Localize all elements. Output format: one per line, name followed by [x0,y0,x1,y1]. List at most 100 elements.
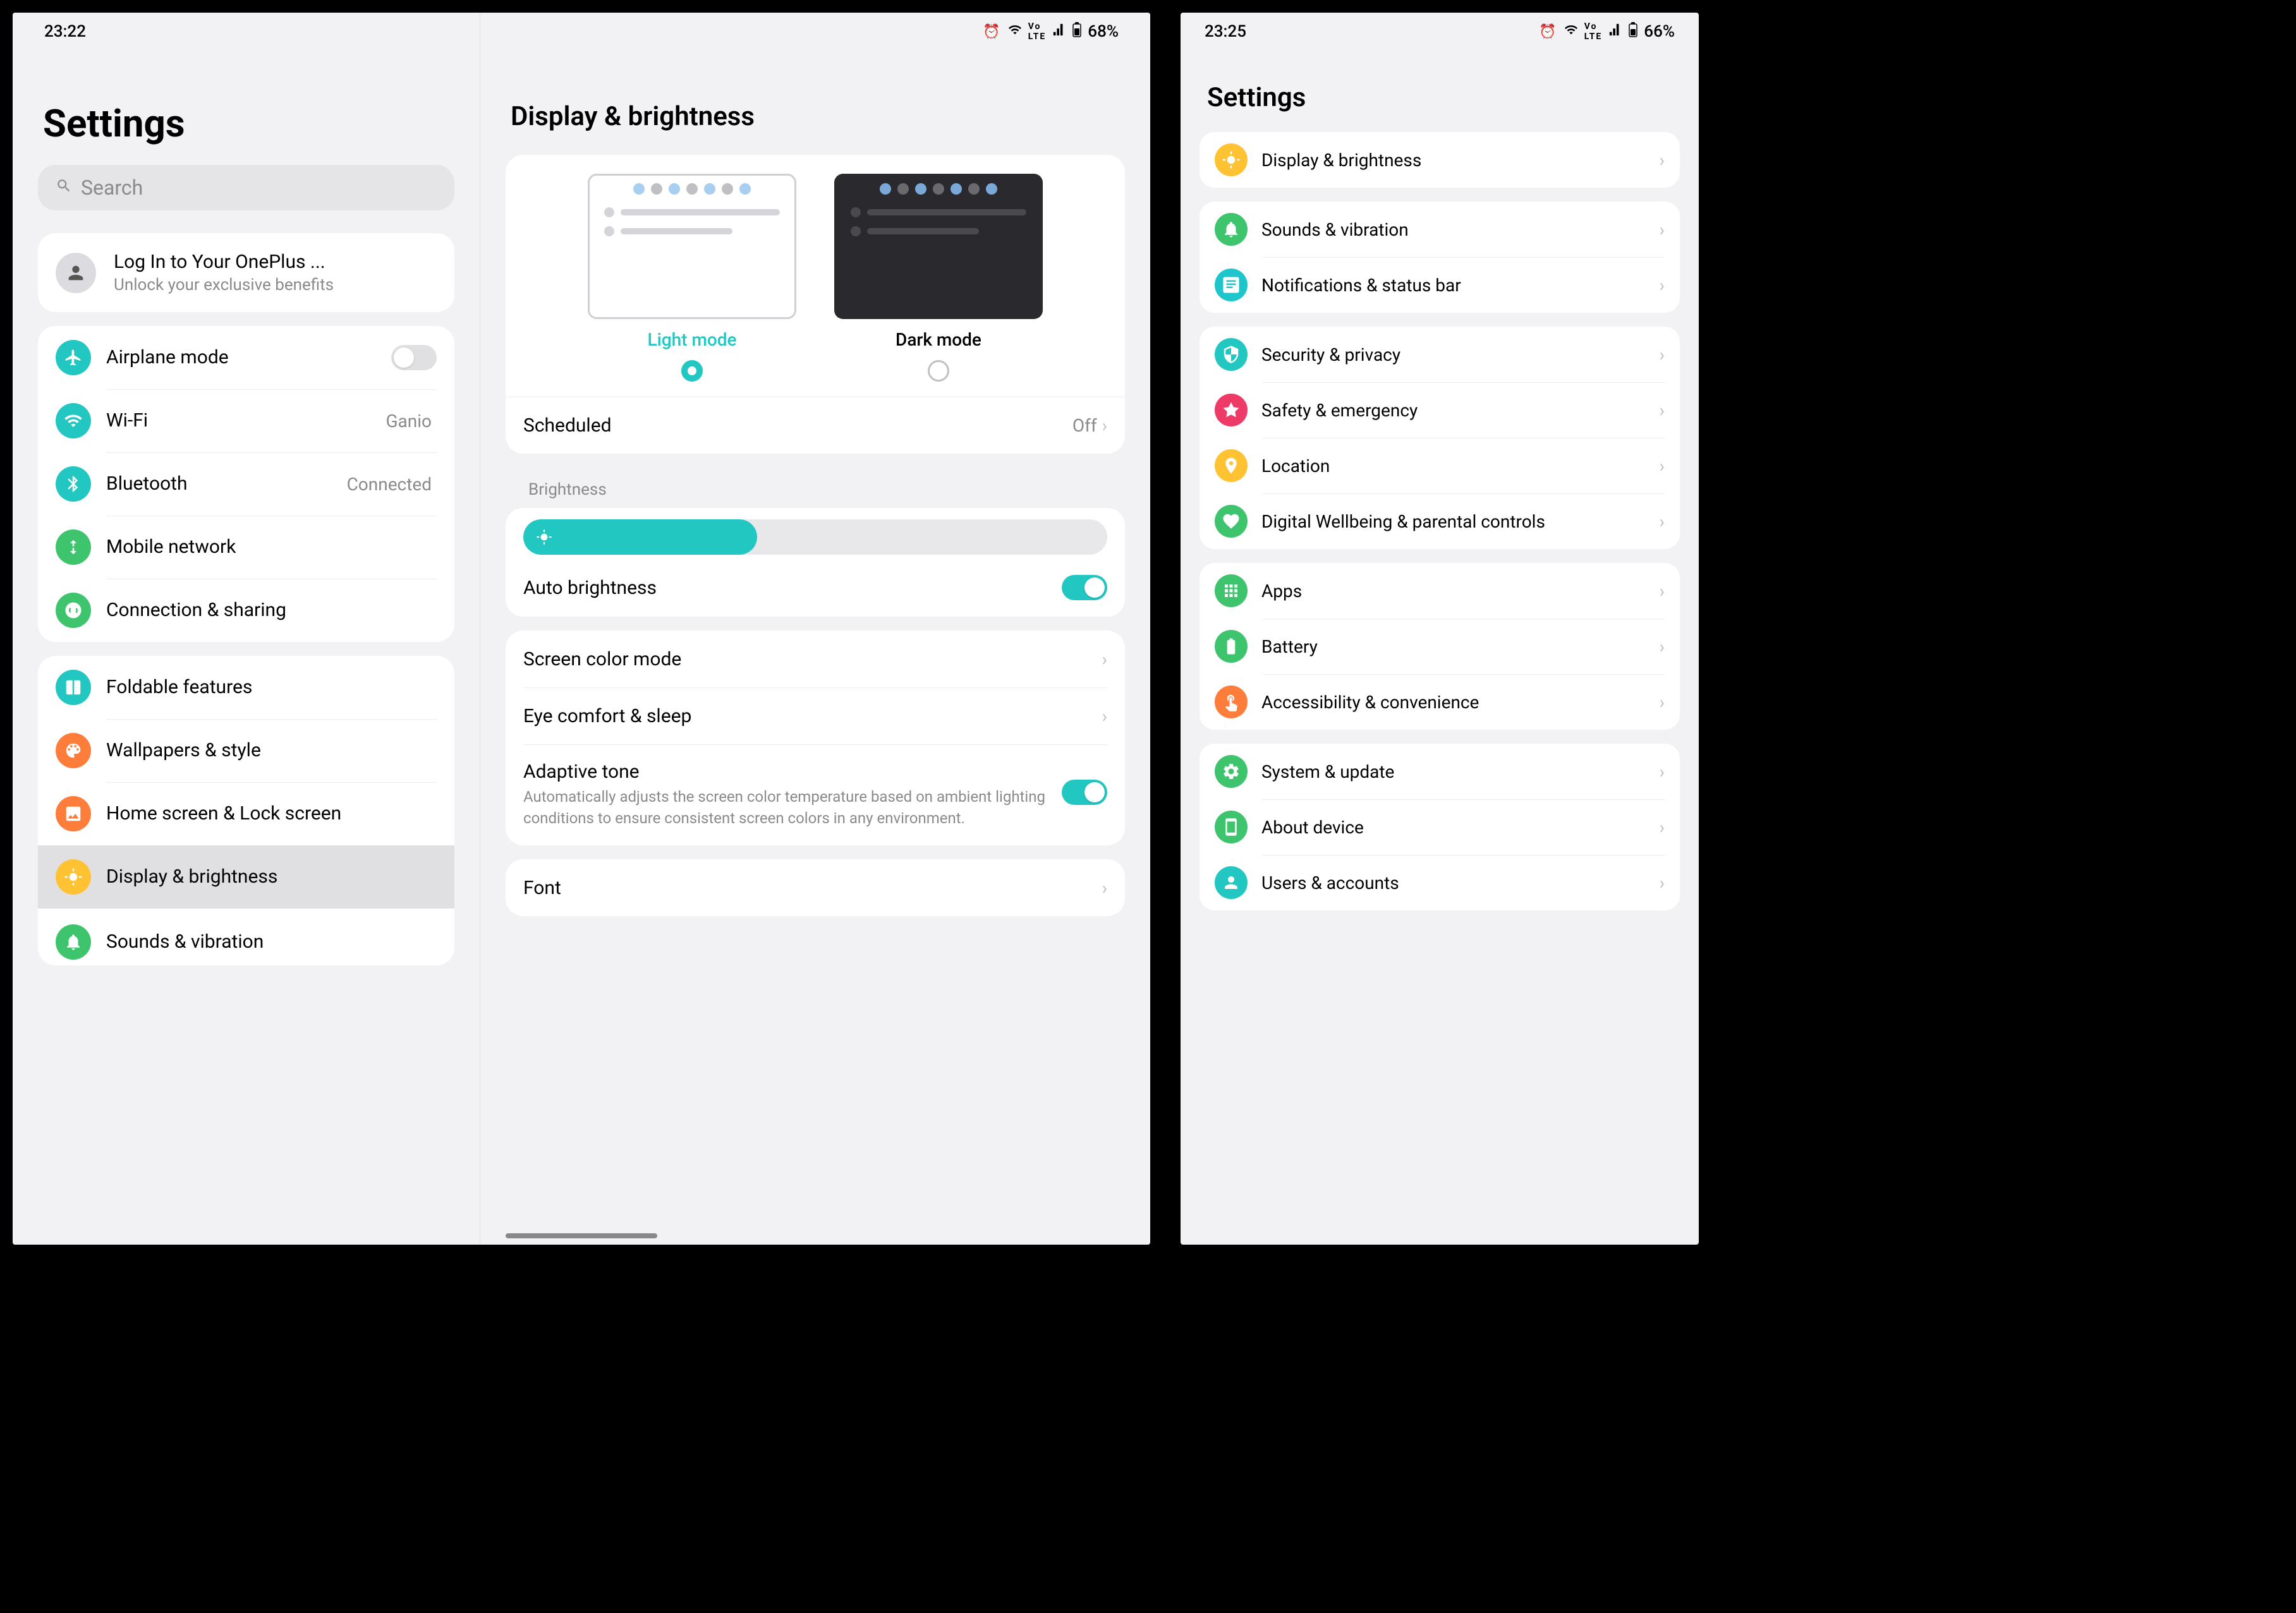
chevron-right-icon: › [1660,456,1665,476]
wifi-icon [56,403,91,438]
menu-label: Accessibility & convenience [1261,691,1655,713]
item-apps[interactable]: Apps › [1200,563,1680,619]
sidebar-item-wifi[interactable]: Wi-Fi Ganio [38,389,454,452]
account-title: Log In to Your OnePlus ... [114,251,334,273]
sidebar-item-wallpapers[interactable]: Wallpapers & style [38,719,454,782]
item-wellbeing[interactable]: Digital Wellbeing & parental controls › [1200,493,1680,549]
battery-percent: 68% [1088,22,1119,41]
light-mode-radio[interactable] [681,360,703,382]
menu-label: Airplane mode [106,346,391,370]
mobile-network-icon [56,529,91,565]
dark-mode-radio[interactable] [928,360,949,382]
adaptive-tone-toggle[interactable] [1062,780,1107,805]
sidebar-item-homescreen[interactable]: Home screen & Lock screen [38,782,454,845]
tablet-screenshot: 23:22 ⏰ VoLTE 68% Settings Search [13,13,1150,1245]
palette-icon [56,733,91,768]
phone-icon [1215,811,1248,843]
dark-preview-icon [834,174,1043,319]
font-row[interactable]: Font › [506,859,1125,916]
item-notifications[interactable]: Notifications & status bar › [1200,257,1680,313]
auto-brightness-row[interactable]: Auto brightness [506,559,1125,617]
brightness-icon [1215,143,1248,176]
scheduled-row[interactable]: Scheduled Off › [506,397,1125,454]
sidebar-item-display[interactable]: Display & brightness [38,845,454,909]
notifications-icon [1215,269,1248,301]
sidebar-item-mobile[interactable]: Mobile network [38,516,454,579]
chevron-right-icon: › [1660,275,1665,296]
adaptive-tone-row[interactable]: Adaptive tone Automatically adjusts the … [506,744,1125,845]
foldable-icon [56,670,91,705]
item-accessibility[interactable]: Accessibility & convenience › [1200,674,1680,730]
sidebar-item-bluetooth[interactable]: Bluetooth Connected [38,452,454,516]
item-safety[interactable]: Safety & emergency › [1200,382,1680,438]
battery-percent: 66% [1644,22,1675,41]
emergency-icon [1215,394,1248,426]
search-input[interactable]: Search [38,165,454,210]
sun-icon [536,529,552,545]
color-mode-row[interactable]: Screen color mode › [506,631,1125,687]
dark-mode-label: Dark mode [896,329,981,350]
menu-label: System & update [1261,761,1655,783]
battery-icon [1629,22,1637,41]
apps-group: Apps › Battery › Accessibility & conveni… [1200,563,1680,730]
phone-screenshot: 23:25 ⏰ VoLTE 66% Settings Display & bri… [1181,13,1699,1245]
menu-label: Connection & sharing [106,598,437,622]
display-brightness-panel: Display & brightness Light mode [480,13,1150,1245]
chevron-right-icon: › [1660,581,1665,601]
menu-label: Users & accounts [1261,872,1655,894]
sounds-icon [56,924,91,960]
connection-sharing-icon [56,593,91,628]
menu-label: Home screen & Lock screen [106,802,437,826]
users-icon [1215,866,1248,899]
sidebar-item-sounds[interactable]: Sounds & vibration [38,909,454,965]
item-location[interactable]: Location › [1200,438,1680,493]
sidebar-item-foldable[interactable]: Foldable features [38,656,454,719]
system-group: System & update › About device › Users &… [1200,744,1680,910]
search-placeholder: Search [81,176,143,200]
menu-label: Battery [1261,636,1655,658]
chevron-right-icon: › [1660,761,1665,782]
page-title: Settings [38,101,454,146]
nav-handle[interactable] [506,1233,657,1238]
airplane-toggle[interactable] [391,345,437,370]
signal-icon [1052,23,1066,40]
chevron-right-icon: › [1660,692,1665,713]
chevron-right-icon: › [1660,873,1665,893]
eye-comfort-row[interactable]: Eye comfort & sleep › [506,687,1125,744]
account-row[interactable]: Log In to Your OnePlus ... Unlock your e… [38,233,454,312]
dark-mode-option[interactable]: Dark mode [834,174,1043,382]
color-card: Screen color mode › Eye comfort & sleep … [506,631,1125,845]
airplane-icon [56,340,91,375]
menu-label: Safety & emergency [1261,399,1655,421]
volte-icon: VoLTE [1584,21,1603,42]
menu-label: Foldable features [106,675,437,699]
chevron-right-icon: › [1102,706,1107,727]
item-sounds[interactable]: Sounds & vibration › [1200,202,1680,257]
menu-label: Sounds & vibration [106,930,437,954]
brightness-slider[interactable] [523,519,1107,555]
wifi-icon [1564,23,1578,40]
scheduled-value: Off [1072,415,1097,436]
sidebar-item-airplane[interactable]: Airplane mode [38,326,454,389]
auto-brightness-toggle[interactable] [1062,575,1107,600]
gear-icon [1215,755,1248,788]
phone-settings-list: Settings Display & brightness › Sounds &… [1181,13,1699,910]
volte-icon: VoLTE [1028,21,1047,42]
wifi-icon [1008,23,1022,40]
brightness-group-header: Brightness [506,468,1125,508]
item-battery[interactable]: Battery › [1200,619,1680,674]
settings-sidebar: Settings Search Log In to Your OnePlus .… [13,13,480,1245]
battery-icon [1072,22,1081,41]
row-label: Auto brightness [523,577,1062,599]
mode-preview-row: Light mode Dark mode [506,155,1125,397]
sidebar-item-connection[interactable]: Connection & sharing [38,579,454,642]
chevron-right-icon: › [1660,219,1665,240]
item-about[interactable]: About device › [1200,799,1680,855]
light-mode-option[interactable]: Light mode [588,174,796,382]
item-system[interactable]: System & update › [1200,744,1680,799]
item-display[interactable]: Display & brightness › [1200,132,1680,188]
item-users[interactable]: Users & accounts › [1200,855,1680,910]
chevron-right-icon: › [1660,150,1665,171]
item-security[interactable]: Security & privacy › [1200,327,1680,382]
row-label: Scheduled [523,414,1072,437]
